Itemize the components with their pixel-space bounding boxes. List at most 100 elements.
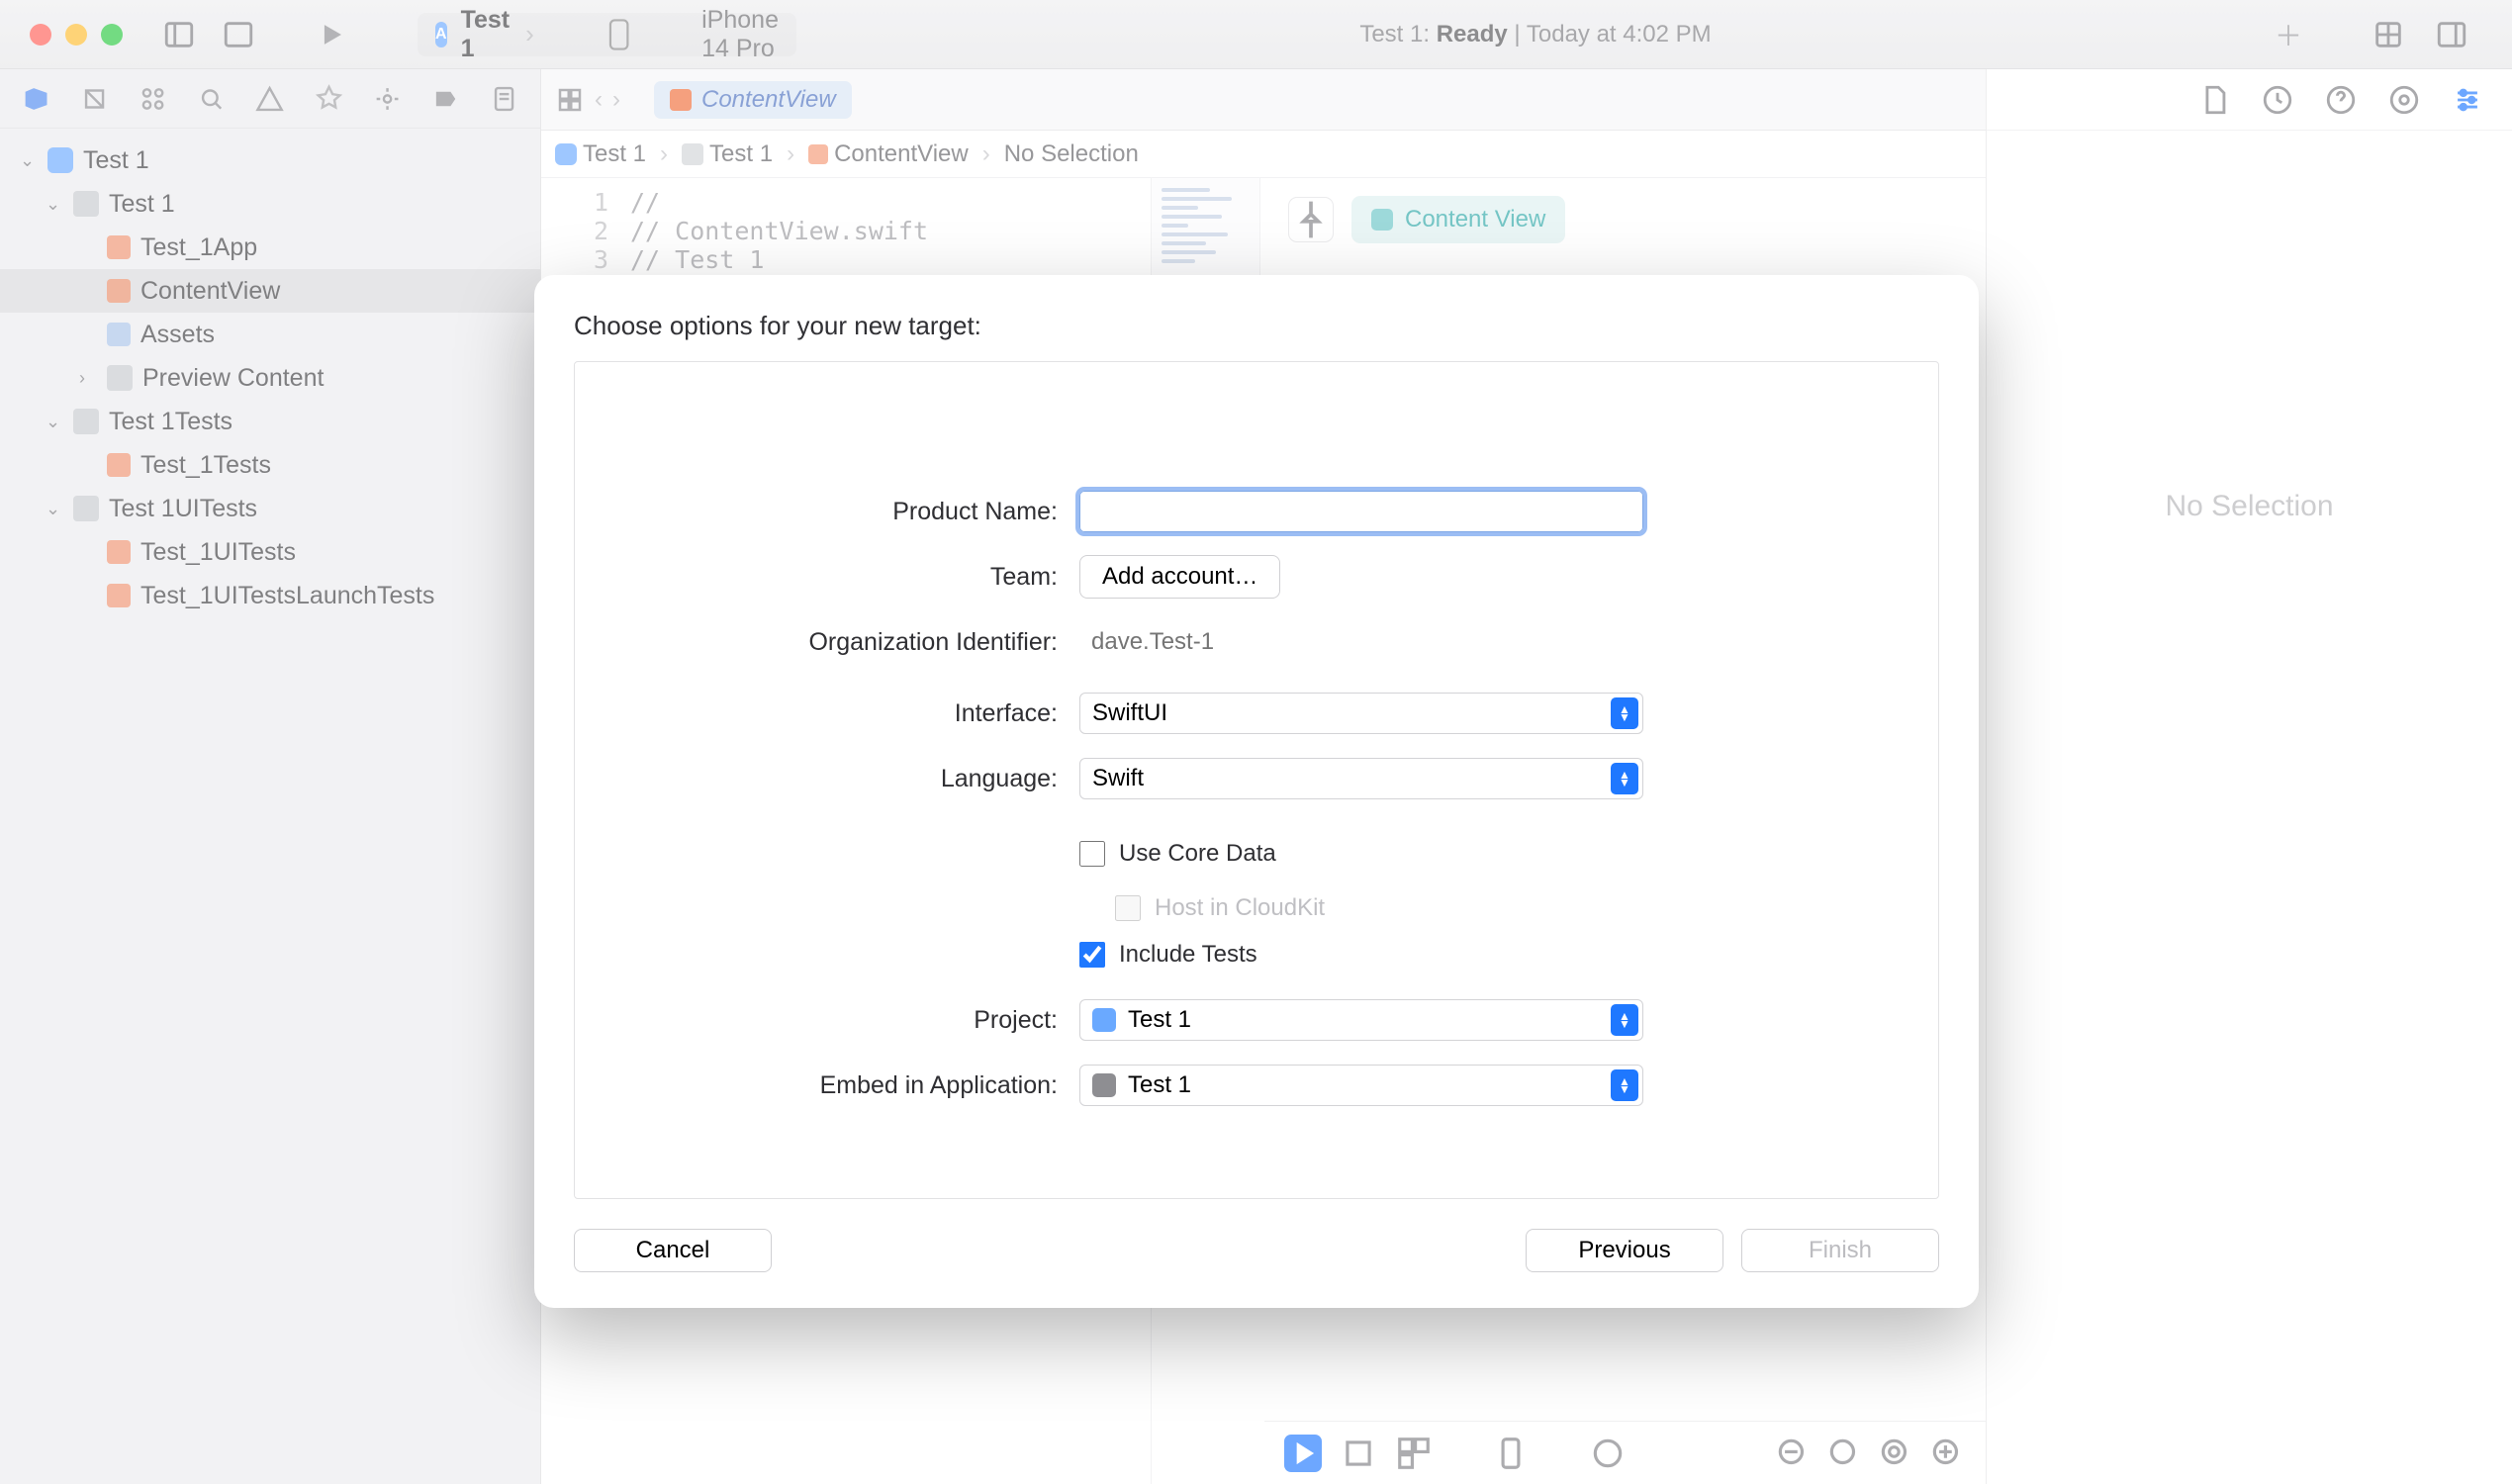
tree-folder[interactable]: ⌄Test 1 <box>0 182 540 226</box>
run-button[interactable] <box>315 18 348 51</box>
select-value: SwiftUI <box>1092 699 1167 727</box>
attributes-inspector-icon[interactable] <box>2387 83 2421 117</box>
tree-file[interactable]: Assets <box>0 313 540 356</box>
status-sep: | <box>1508 21 1527 47</box>
label-project: Project: <box>634 1006 1079 1035</box>
tree-file-selected[interactable]: ContentView <box>0 269 540 313</box>
zoom-out-button[interactable] <box>1774 1435 1812 1472</box>
label-product-name: Product Name: <box>634 498 1079 526</box>
settings-inspector-icon[interactable] <box>2451 83 2484 117</box>
use-core-data-checkbox[interactable]: Use Core Data <box>1079 840 1643 868</box>
folder-icon <box>107 365 133 391</box>
tree-project-root[interactable]: ⌄Test 1 <box>0 139 540 182</box>
tree-folder[interactable]: ⌄Test 1UITests <box>0 487 540 530</box>
zoom-reset-button[interactable] <box>1825 1435 1863 1472</box>
forward-button[interactable]: › <box>612 86 620 114</box>
cancel-button[interactable]: Cancel <box>574 1229 772 1272</box>
navigator-split-icon[interactable] <box>222 18 255 51</box>
status-time: Today at 4:02 PM <box>1527 21 1712 47</box>
breakpoint-navigator-icon[interactable] <box>431 84 460 114</box>
app-target-icon <box>1092 1073 1116 1097</box>
crumb[interactable]: Test 1 <box>709 140 773 168</box>
preview-selector[interactable]: Content View <box>1351 196 1565 243</box>
preview-icon <box>1371 209 1393 231</box>
scheme-device: iPhone 14 Pro <box>701 6 779 63</box>
zoom-in-button[interactable] <box>1928 1435 1966 1472</box>
source-control-navigator-icon[interactable] <box>80 84 109 114</box>
sidebar-toggle-icon[interactable] <box>162 18 196 51</box>
tree-file[interactable]: Test_1UITests <box>0 530 540 574</box>
pin-preview-button[interactable] <box>1288 197 1334 242</box>
zoom-fit-button[interactable] <box>1877 1435 1914 1472</box>
crumb[interactable]: No Selection <box>1004 140 1139 168</box>
symbol-navigator-icon[interactable] <box>139 84 167 114</box>
project-navigator-icon[interactable] <box>22 84 50 114</box>
report-navigator-icon[interactable] <box>490 84 518 114</box>
org-identifier-field <box>1079 621 1643 663</box>
code-line: // Test 1 <box>630 245 764 274</box>
device-settings-button[interactable] <box>1492 1435 1530 1472</box>
project-icon <box>1092 1008 1116 1032</box>
file-inspector-icon[interactable] <box>2197 83 2231 117</box>
label-language: Language: <box>634 765 1079 793</box>
library-button[interactable] <box>2372 18 2405 51</box>
interface-select[interactable]: SwiftUI▲▼ <box>1079 693 1643 734</box>
status-project: Test 1: <box>1359 21 1430 47</box>
selectable-button[interactable] <box>1340 1435 1377 1472</box>
tree-file[interactable]: Test_1Tests <box>0 443 540 487</box>
history-inspector-icon[interactable] <box>2261 83 2294 117</box>
find-navigator-icon[interactable] <box>197 84 226 114</box>
crumb[interactable]: ContentView <box>834 140 969 168</box>
navigator-selector <box>0 69 540 129</box>
add-account-button[interactable]: Add account… <box>1079 555 1280 599</box>
swift-file-icon <box>107 279 131 303</box>
label-embed: Embed in Application: <box>634 1071 1079 1100</box>
tree-folder[interactable]: ›Preview Content <box>0 356 540 400</box>
swift-file-icon <box>107 235 131 259</box>
folder-icon <box>682 143 703 165</box>
crumb[interactable]: Test 1 <box>583 140 646 168</box>
canvas-controls <box>1264 1421 1986 1484</box>
back-button[interactable]: ‹ <box>595 86 603 114</box>
editor-tab-active[interactable]: ContentView <box>654 81 852 119</box>
scheme-selector[interactable]: A Test 1 › iPhone 14 Pro <box>418 13 796 56</box>
inspector-toggle-icon[interactable] <box>2431 18 2472 51</box>
swift-file-icon <box>808 144 828 164</box>
folder-icon <box>73 409 99 434</box>
previous-button[interactable]: Previous <box>1526 1229 1723 1272</box>
window-minimize-icon[interactable] <box>65 24 87 46</box>
inspector-panel: No Selection <box>1986 69 2512 1484</box>
live-preview-button[interactable] <box>1284 1435 1322 1472</box>
code-line: // <box>630 188 660 217</box>
inspector-empty-label: No Selection <box>1987 131 2512 882</box>
product-name-input[interactable] <box>1079 491 1643 532</box>
activity-status: Test 1: Ready | Today at 4:02 PM <box>1352 21 1719 48</box>
device-icon <box>550 19 688 50</box>
variants-button[interactable] <box>1395 1435 1433 1472</box>
embed-select[interactable]: Test 1▲▼ <box>1079 1065 1643 1106</box>
host-in-cloudkit-checkbox: Host in CloudKit <box>1115 894 1643 922</box>
project-select[interactable]: Test 1▲▼ <box>1079 999 1643 1041</box>
tree-file[interactable]: Test_1UITestsLaunchTests <box>0 574 540 617</box>
test-navigator-icon[interactable] <box>315 84 343 114</box>
select-value: Swift <box>1092 765 1144 792</box>
language-select[interactable]: Swift▲▼ <box>1079 758 1643 799</box>
tree-file[interactable]: Test_1App <box>0 226 540 269</box>
select-value: Test 1 <box>1128 1006 1191 1034</box>
related-items-icon[interactable] <box>555 85 585 115</box>
finish-button[interactable]: Finish <box>1741 1229 1939 1272</box>
updown-arrows-icon: ▲▼ <box>1611 1069 1638 1101</box>
navigator-sidebar: ⌄Test 1 ⌄Test 1 Test_1App ContentView As… <box>0 69 541 1484</box>
help-inspector-icon[interactable] <box>2324 83 2358 117</box>
debug-navigator-icon[interactable] <box>373 84 402 114</box>
new-tab-button[interactable]: ＋ <box>2275 15 2302 54</box>
preferences-button[interactable] <box>1589 1435 1627 1472</box>
tree-folder[interactable]: ⌄Test 1Tests <box>0 400 540 443</box>
include-tests-checkbox[interactable]: Include Tests <box>1079 941 1643 969</box>
swift-file-icon <box>107 540 131 564</box>
label-interface: Interface: <box>634 699 1079 728</box>
issue-navigator-icon[interactable] <box>255 84 284 114</box>
window-zoom-icon[interactable] <box>101 24 123 46</box>
window-close-icon[interactable] <box>30 24 51 46</box>
label-org-identifier: Organization Identifier: <box>634 628 1079 657</box>
